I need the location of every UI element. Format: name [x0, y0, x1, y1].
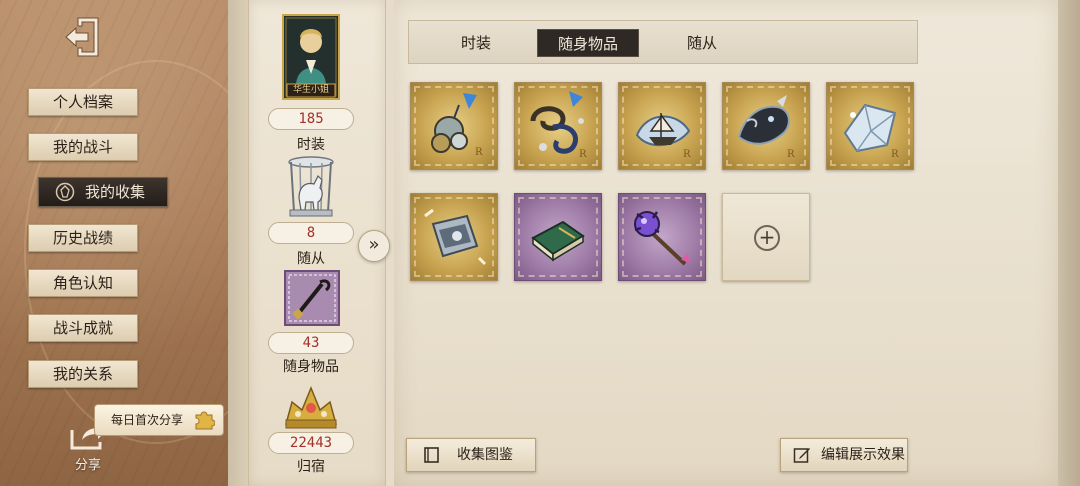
edit-display-button[interactable]: 编辑展示效果: [780, 438, 908, 472]
costume-thumbnail[interactable]: 华生小姐: [282, 14, 340, 100]
box-item-icon: [424, 208, 487, 266]
share-tip[interactable]: 每日首次分享: [94, 404, 224, 436]
item-slot[interactable]: [514, 193, 602, 281]
item-slot[interactable]: R: [826, 82, 914, 170]
ship-item-icon: R: [635, 113, 691, 160]
tab-pets[interactable]: 随从: [659, 29, 745, 57]
collection-guide-button[interactable]: 收集图鉴: [406, 438, 536, 472]
item-slot[interactable]: R: [514, 82, 602, 170]
svg-text:R: R: [891, 149, 899, 160]
expand-button[interactable]: »: [358, 230, 390, 262]
costume-label: 时装: [297, 137, 325, 153]
dark-creature-item-icon: R: [737, 95, 795, 160]
edit-display-label: 编辑展示效果: [821, 447, 905, 463]
tab-costumes[interactable]: 时装: [433, 29, 519, 57]
nav-item-label: 我的收集: [85, 183, 146, 201]
nav-item-my-collection[interactable]: 我的收集: [38, 177, 168, 207]
book-item-icon: [531, 220, 585, 262]
home-label: 归宿: [297, 459, 325, 475]
svg-text:R: R: [579, 149, 587, 160]
home-count: 22443: [268, 432, 354, 454]
pet-thumbnail[interactable]: [282, 154, 340, 220]
category-tabbar: 时装 随身物品 随从: [408, 20, 918, 64]
nav-item-profile[interactable]: 个人档案: [28, 88, 138, 116]
share-tip-text: 每日首次分享: [111, 413, 184, 427]
share-label: 分享: [74, 458, 101, 473]
page-edge: [1058, 0, 1080, 486]
nav-item-character-knowledge[interactable]: 角色认知: [28, 269, 138, 297]
collection-guide-label: 收集图鉴: [457, 447, 513, 463]
tab-accessories[interactable]: 随身物品: [537, 29, 639, 57]
scepter-item-icon: [634, 211, 691, 266]
item-slot[interactable]: [618, 193, 706, 281]
pendant-item-icon: R: [431, 93, 483, 158]
crest-icon: [55, 182, 75, 202]
exit-door-icon[interactable]: [62, 14, 106, 60]
plus-icon: +: [754, 225, 780, 251]
item-slot[interactable]: R: [618, 82, 706, 170]
item-slot[interactable]: R: [410, 82, 498, 170]
costume-count: 185: [268, 108, 354, 130]
pet-count: 8: [268, 222, 354, 244]
book-icon: [424, 447, 439, 463]
nav-item-my-battles[interactable]: 我的战斗: [28, 133, 138, 161]
nav-item-history[interactable]: 历史战绩: [28, 224, 138, 252]
item-slot[interactable]: R: [722, 82, 810, 170]
svg-text:R: R: [475, 147, 483, 158]
double-chevron-right-icon: »: [368, 234, 380, 255]
home-thumbnail[interactable]: [282, 380, 340, 432]
chain-item-icon: R: [530, 91, 587, 160]
crystal-item-icon: R: [843, 103, 899, 160]
add-item-slot[interactable]: +: [722, 193, 810, 281]
nav-item-achievements[interactable]: 战斗成就: [28, 314, 138, 342]
nav-item-relationships[interactable]: 我的关系: [28, 360, 138, 388]
accessory-thumbnail[interactable]: [284, 270, 340, 326]
item-slot[interactable]: [410, 193, 498, 281]
edit-icon: [793, 448, 810, 463]
accessory-count: 43: [268, 332, 354, 354]
svg-text:R: R: [683, 149, 691, 160]
puzzle-piece-icon: [195, 411, 215, 430]
svg-text:R: R: [787, 149, 795, 160]
accessory-label: 随身物品: [283, 359, 339, 375]
costume-thumbnail-caption: 华生小姐: [292, 85, 329, 95]
pet-label: 随从: [297, 251, 325, 267]
